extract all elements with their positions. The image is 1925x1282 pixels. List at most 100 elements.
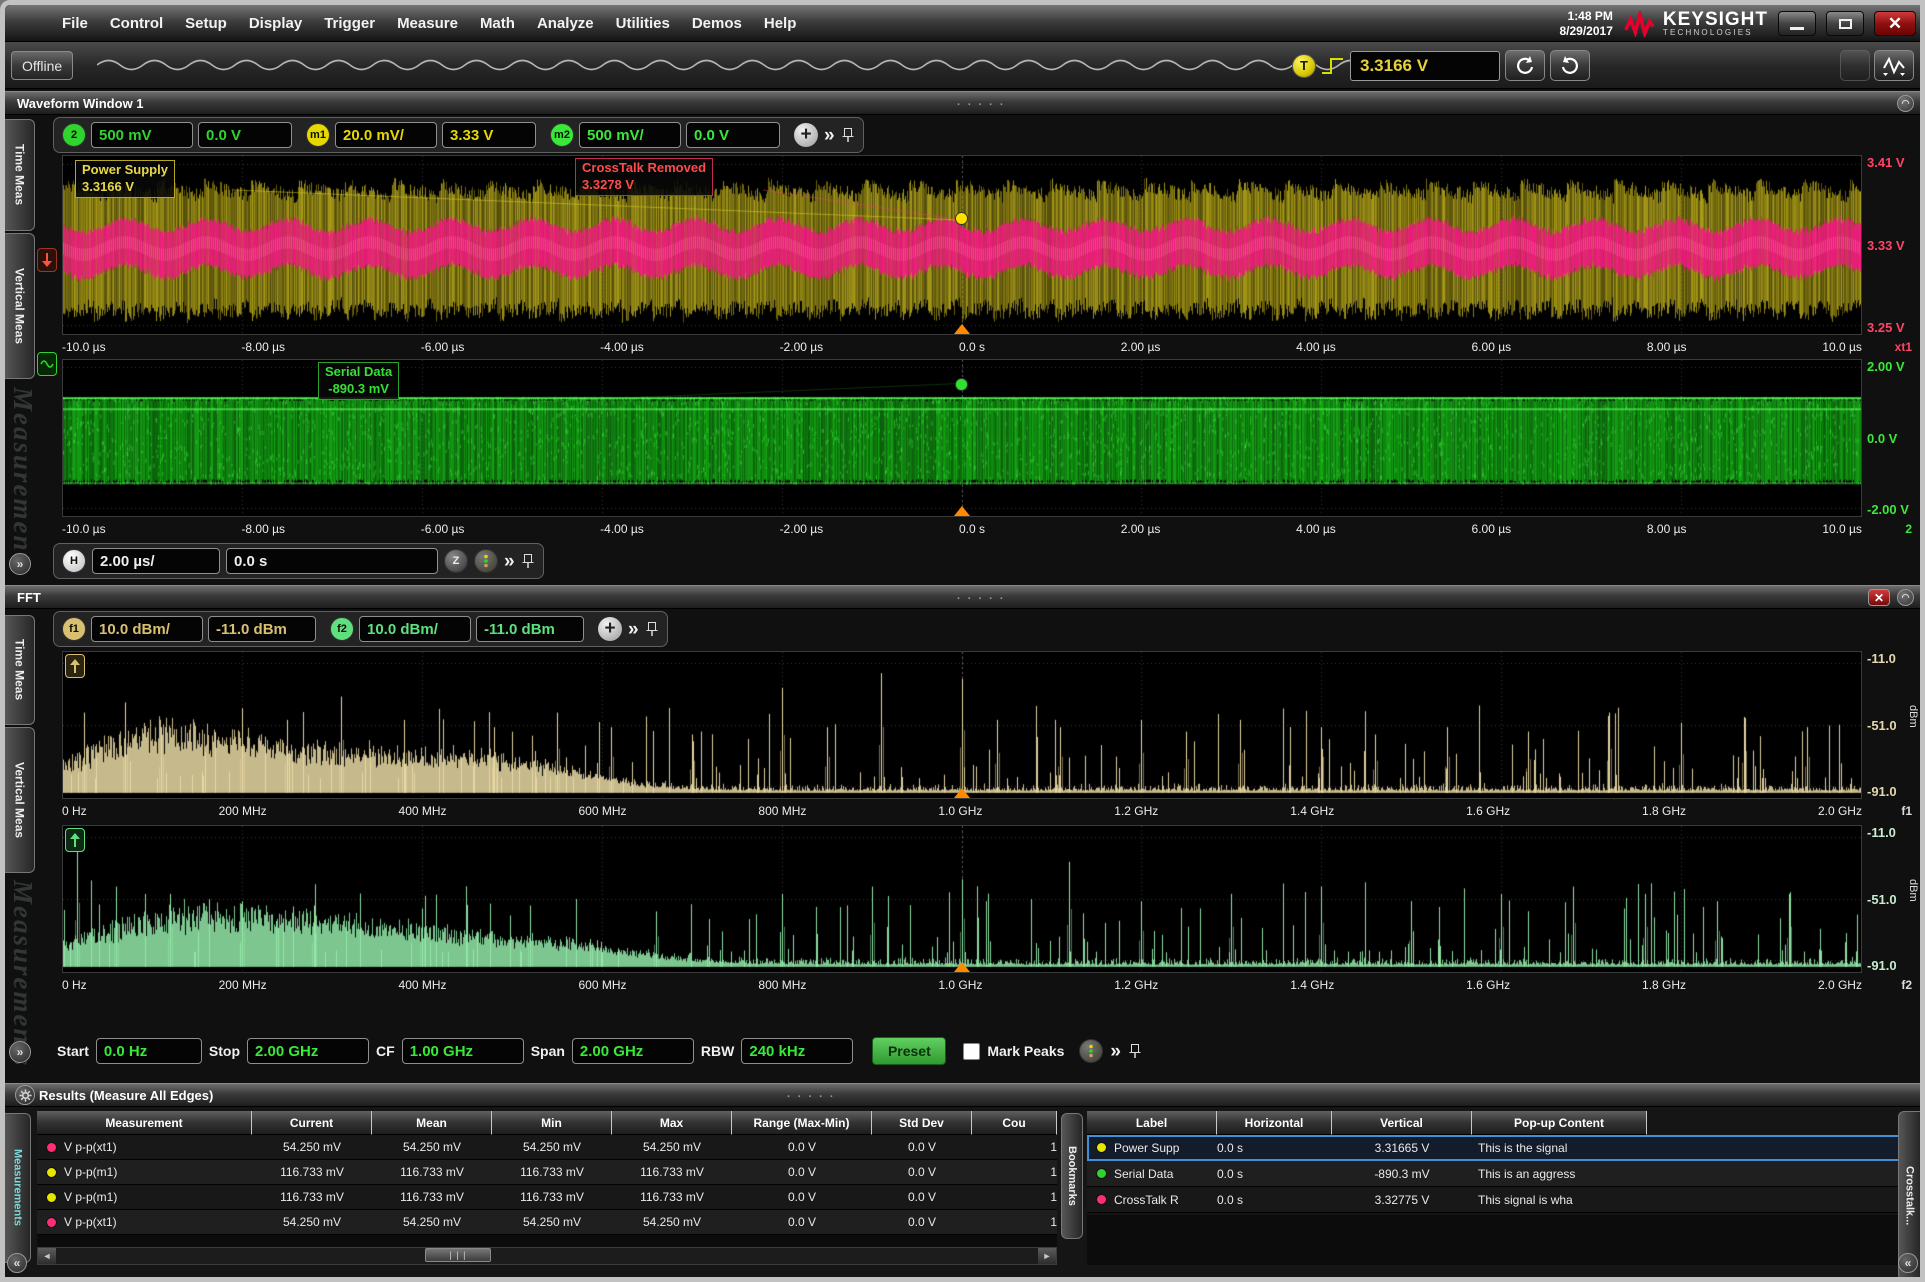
horizontal-button[interactable]: H bbox=[62, 549, 86, 573]
undo-button[interactable] bbox=[1505, 50, 1545, 81]
panel-expander-button[interactable]: « bbox=[1898, 1253, 1918, 1273]
add-function-button[interactable]: + bbox=[598, 617, 622, 641]
scroll-left-arrow[interactable]: ◄ bbox=[38, 1248, 56, 1264]
mark-peaks-checkbox[interactable] bbox=[963, 1043, 980, 1060]
column-header[interactable]: Cou bbox=[972, 1111, 1057, 1135]
tab-measurements[interactable]: Measurements bbox=[5, 1113, 31, 1263]
column-header[interactable]: Label bbox=[1087, 1111, 1217, 1135]
menu-item[interactable]: Utilities bbox=[607, 11, 679, 36]
trigger-position-marker[interactable] bbox=[954, 324, 970, 334]
drag-handle-dots-icon[interactable] bbox=[957, 96, 1006, 111]
trigger-level-field[interactable]: 3.3166 V bbox=[1350, 51, 1500, 81]
redo-button[interactable] bbox=[1550, 50, 1590, 81]
run-state-button[interactable]: Offline bbox=[11, 51, 73, 80]
fft-plot-2-canvas[interactable] bbox=[63, 826, 1861, 972]
column-header[interactable]: Horizontal bbox=[1217, 1111, 1332, 1135]
tab-time-meas[interactable]: Time Meas bbox=[5, 615, 35, 725]
minimize-button[interactable] bbox=[1778, 11, 1816, 36]
timebase-position-field[interactable]: 0.0 s bbox=[226, 548, 438, 574]
bookmark-marker-power-supply[interactable] bbox=[955, 212, 968, 225]
bookmark-flag-crosstalk[interactable]: CrossTalk Removed 3.3278 V bbox=[575, 158, 713, 196]
menu-item[interactable]: Analyze bbox=[528, 11, 603, 36]
menu-item[interactable]: Display bbox=[240, 11, 311, 36]
channel-toggle[interactable]: 2 bbox=[62, 123, 86, 147]
measurement-row[interactable]: V p-p(m1) 116.733 mV 116.733 mV 116.733 … bbox=[37, 1160, 1057, 1185]
pin-icon[interactable] bbox=[841, 126, 855, 144]
panel-expander-button[interactable]: » bbox=[9, 553, 31, 575]
center-frequency-marker[interactable] bbox=[954, 788, 970, 798]
m1-ground-marker-icon[interactable] bbox=[37, 248, 57, 272]
menu-item[interactable]: Setup bbox=[176, 11, 236, 36]
menu-item[interactable]: Measure bbox=[388, 11, 467, 36]
touch-button[interactable] bbox=[1840, 50, 1870, 81]
menu-item[interactable]: Help bbox=[755, 11, 806, 36]
waveform-tools-button[interactable] bbox=[1874, 50, 1914, 81]
horizontal-scrollbar[interactable]: ◄ ► bbox=[37, 1247, 1057, 1265]
fft-plot-1[interactable] bbox=[62, 651, 1862, 799]
channel-toggle[interactable]: m2 bbox=[550, 123, 574, 147]
waveform-plot-2[interactable]: Serial Data -890.3 mV bbox=[62, 359, 1862, 517]
waveform-plot-1-canvas[interactable] bbox=[63, 156, 1861, 334]
function-scale-field[interactable]: 10.0 dBm/ bbox=[91, 616, 203, 642]
channel-scale-field[interactable]: 500 mV/ bbox=[579, 122, 681, 148]
measurement-row[interactable]: V p-p(m1) 116.733 mV 116.733 mV 116.733 … bbox=[37, 1185, 1057, 1210]
stop-frequency-field[interactable]: 2.00 GHz bbox=[247, 1038, 369, 1064]
rbw-field[interactable]: 240 kHz bbox=[741, 1038, 853, 1064]
channel2-marker-icon[interactable] bbox=[37, 352, 57, 376]
bookmark-flag-power-supply[interactable]: Power Supply 3.3166 V bbox=[75, 160, 175, 198]
channel-offset-field[interactable]: 0.0 V bbox=[686, 122, 780, 148]
maximize-button[interactable] bbox=[1826, 11, 1864, 36]
channel-offset-field[interactable]: 0.0 V bbox=[198, 122, 292, 148]
column-header[interactable]: Std Dev bbox=[872, 1111, 972, 1135]
menu-item[interactable]: Math bbox=[471, 11, 524, 36]
add-waveform-button[interactable]: + bbox=[794, 123, 818, 147]
function-scale-field[interactable]: 10.0 dBm/ bbox=[359, 616, 471, 642]
bookmark-row[interactable]: Serial Data 0.0 s -890.3 mV This is an a… bbox=[1087, 1161, 1902, 1187]
f2-marker-icon[interactable] bbox=[65, 828, 85, 852]
column-header[interactable]: Min bbox=[492, 1111, 612, 1135]
column-header[interactable]: Current bbox=[252, 1111, 372, 1135]
menu-item[interactable]: Control bbox=[101, 11, 172, 36]
results-header[interactable]: Results (Measure All Edges) bbox=[5, 1083, 1920, 1107]
expand-chevron-icon[interactable]: » bbox=[1110, 1042, 1121, 1061]
channel-toggle[interactable]: m1 bbox=[306, 123, 330, 147]
menu-item[interactable]: File bbox=[53, 11, 97, 36]
measurement-row[interactable]: V p-p(xt1) 54.250 mV 54.250 mV 54.250 mV… bbox=[37, 1210, 1057, 1235]
preset-button[interactable]: Preset bbox=[872, 1037, 946, 1065]
start-frequency-field[interactable]: 0.0 Hz bbox=[96, 1038, 202, 1064]
trigger-position-marker[interactable] bbox=[954, 506, 970, 516]
scroll-right-arrow[interactable]: ► bbox=[1038, 1248, 1056, 1264]
close-button[interactable]: ✕ bbox=[1874, 11, 1916, 36]
tab-bookmarks[interactable]: Bookmarks bbox=[1061, 1113, 1083, 1239]
column-header[interactable]: Max bbox=[612, 1111, 732, 1135]
zoom-button[interactable]: Z bbox=[444, 549, 468, 573]
channel-scale-field[interactable]: 500 mV bbox=[91, 122, 193, 148]
column-header[interactable]: Range (Max-Min) bbox=[732, 1111, 872, 1135]
display-options-icon[interactable] bbox=[474, 549, 498, 573]
fft-plot-1-canvas[interactable] bbox=[63, 652, 1861, 798]
timebase-scale-field[interactable]: 2.00 µs/ bbox=[92, 548, 220, 574]
function-offset-field[interactable]: -11.0 dBm bbox=[476, 616, 584, 642]
expand-chevron-icon[interactable]: » bbox=[824, 126, 835, 145]
drag-handle-dots-icon[interactable] bbox=[957, 590, 1006, 605]
measurement-row[interactable]: V p-p(xt1) 54.250 mV 54.250 mV 54.250 mV… bbox=[37, 1135, 1057, 1160]
center-frequency-marker[interactable] bbox=[954, 962, 970, 972]
bookmark-row[interactable]: Power Supp 0.0 s 3.31665 V This is the s… bbox=[1087, 1135, 1902, 1161]
display-options-icon[interactable] bbox=[1079, 1039, 1103, 1063]
channel-scale-field[interactable]: 20.0 mV/ bbox=[335, 122, 437, 148]
tab-vertical-meas[interactable]: Vertical Meas bbox=[5, 727, 35, 873]
fft-window-header[interactable]: FFT ✕ ◠ bbox=[5, 585, 1920, 609]
pin-icon[interactable] bbox=[645, 620, 659, 638]
expand-chevron-icon[interactable]: » bbox=[628, 620, 639, 639]
fft-plot-2[interactable] bbox=[62, 825, 1862, 973]
tab-vertical-meas[interactable]: Vertical Meas bbox=[5, 233, 35, 379]
function-offset-field[interactable]: -11.0 dBm bbox=[208, 616, 316, 642]
trigger-source-icon[interactable]: T bbox=[1292, 54, 1316, 78]
results-settings-button[interactable] bbox=[15, 1085, 35, 1105]
menu-item[interactable]: Demos bbox=[683, 11, 751, 36]
waveform-window-header[interactable]: Waveform Window 1 ◠ bbox=[5, 91, 1920, 115]
bookmark-row[interactable]: CrossTalk R 0.0 s 3.32775 V This signal … bbox=[1087, 1187, 1902, 1213]
fft-close-button[interactable]: ✕ bbox=[1868, 589, 1890, 606]
expand-chevron-icon[interactable]: » bbox=[504, 552, 515, 571]
pin-icon[interactable] bbox=[1128, 1042, 1142, 1060]
